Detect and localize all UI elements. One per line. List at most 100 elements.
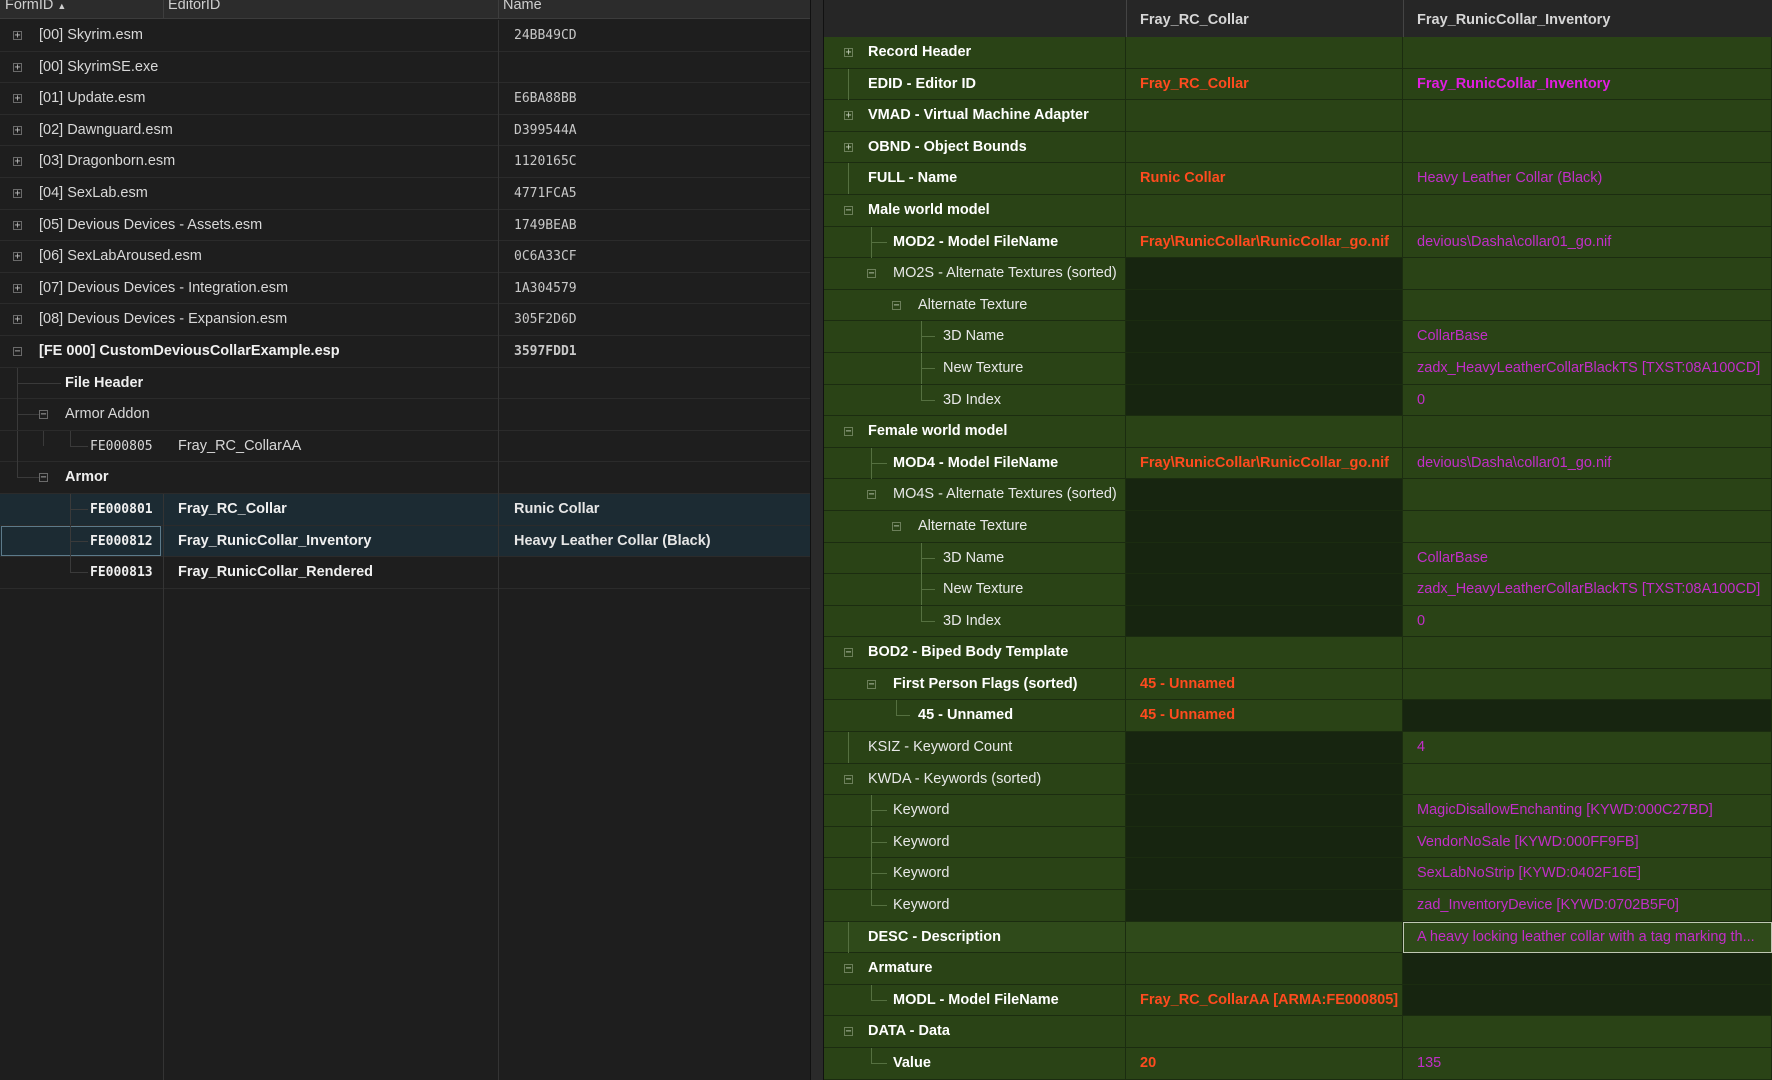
tree-row-skyrimse-exe[interactable]: + [00] SkyrimSE.exe bbox=[0, 52, 814, 84]
tree-row-dawnguard-esm[interactable]: + [02] Dawnguard.esm D399544A bbox=[0, 115, 814, 147]
column-header-record-1[interactable]: Fray_RC_Collar bbox=[1140, 0, 1249, 37]
field-value-2[interactable]: devious\Dasha\collar01_go.nif bbox=[1417, 227, 1611, 258]
field-row-edid[interactable]: EDID - Editor ID Fray_RC_Collar Fray_Run… bbox=[824, 68, 1772, 101]
record-view-pane[interactable]: Fray_RC_Collar Fray_RunicCollar_Inventor… bbox=[824, 0, 1772, 1080]
expand-plus-icon[interactable]: + bbox=[13, 94, 22, 104]
field-value-2[interactable]: 0 bbox=[1417, 606, 1425, 637]
expand-plus-icon[interactable]: + bbox=[13, 252, 22, 262]
field-value-2[interactable]: Fray_RunicCollar_Inventory bbox=[1417, 69, 1610, 100]
field-value-1[interactable]: Fray\RunicCollar\RunicCollar_go.nif bbox=[1140, 448, 1389, 479]
field-value-2[interactable]: Heavy Leather Collar (Black) bbox=[1417, 163, 1602, 194]
tree-row-dragonborn-esm[interactable]: + [03] Dragonborn.esm 1120165C bbox=[0, 146, 814, 178]
field-row-mo2s[interactable]: − MO2S - Alternate Textures (sorted) bbox=[824, 258, 1772, 290]
field-row-3d-name[interactable]: 3D Name CollarBase bbox=[824, 542, 1772, 575]
expand-plus-icon[interactable]: + bbox=[13, 315, 22, 325]
collapse-minus-icon[interactable]: − bbox=[892, 521, 901, 531]
field-value-2[interactable]: zadx_HeavyLeatherCollarBlackTS [TXST:08A… bbox=[1417, 353, 1760, 384]
field-row-new-texture[interactable]: New Texture zadx_HeavyLeatherCollarBlack… bbox=[824, 352, 1772, 385]
field-value-2[interactable]: devious\Dasha\collar01_go.nif bbox=[1417, 448, 1611, 479]
field-row-record-header[interactable]: + Record Header bbox=[824, 37, 1772, 69]
collapse-minus-icon[interactable]: − bbox=[867, 490, 876, 500]
tree-row-sexlab-esm[interactable]: + [04] SexLab.esm 4771FCA5 bbox=[0, 178, 814, 210]
field-row-keyword[interactable]: Keyword MagicDisallowEnchanting [KYWD:00… bbox=[824, 795, 1772, 827]
field-value-2[interactable]: zad_InventoryDevice [KYWD:0702B5F0] bbox=[1417, 890, 1679, 921]
field-value-1[interactable]: Fray_RC_CollarAA [ARMA:FE000805] bbox=[1140, 985, 1398, 1016]
field-row-alternate-texture[interactable]: − Alternate Texture bbox=[824, 289, 1772, 322]
field-row-desc[interactable]: DESC - Description A heavy locking leath… bbox=[824, 921, 1772, 954]
field-value-1[interactable]: 20 bbox=[1140, 1048, 1156, 1079]
collapse-minus-icon[interactable]: − bbox=[844, 964, 853, 974]
field-row-bod2[interactable]: − BOD2 - Biped Body Template bbox=[824, 637, 1772, 669]
column-header-formid[interactable]: FormID ▲ bbox=[5, 0, 66, 13]
tree-row-update-esm[interactable]: + [01] Update.esm E6BA88BB bbox=[0, 83, 814, 115]
field-value-1[interactable]: Fray_RC_Collar bbox=[1140, 69, 1249, 100]
field-value-2[interactable]: 135 bbox=[1417, 1048, 1441, 1079]
field-row-keyword[interactable]: Keyword zad_InventoryDevice [KYWD:0702B5… bbox=[824, 890, 1772, 922]
expand-plus-icon[interactable]: + bbox=[13, 188, 22, 198]
field-value-2[interactable]: MagicDisallowEnchanting [KYWD:000C27BD] bbox=[1417, 795, 1713, 826]
collapse-minus-icon[interactable]: − bbox=[867, 269, 876, 279]
collapse-minus-icon[interactable]: − bbox=[867, 679, 876, 689]
column-header-editorid[interactable]: EditorID bbox=[168, 0, 220, 13]
field-row-mod4[interactable]: MOD4 - Model FileName Fray\RunicCollar\R… bbox=[824, 447, 1772, 480]
tree-row-dd-expansion-esm[interactable]: + [08] Devious Devices - Expansion.esm 3… bbox=[0, 304, 814, 336]
expand-plus-icon[interactable]: + bbox=[844, 111, 853, 121]
tree-row-skyrim-esm[interactable]: + [00] Skyrim.esm 24BB49CD bbox=[0, 20, 814, 52]
field-row-first-person-flags[interactable]: − First Person Flags (sorted) 45 - Unname… bbox=[824, 668, 1772, 701]
tree-row-sexlabaroused-esm[interactable]: + [06] SexLabAroused.esm 0C6A33CF bbox=[0, 241, 814, 273]
field-value-1[interactable]: Runic Collar bbox=[1140, 163, 1225, 194]
field-value-2[interactable]: VendorNoSale [KYWD:000FF9FB] bbox=[1417, 827, 1639, 858]
expand-plus-icon[interactable]: + bbox=[13, 62, 22, 72]
field-row-mod2[interactable]: MOD2 - Model FileName Fray\RunicCollar\R… bbox=[824, 226, 1772, 259]
field-value-1[interactable]: 45 - Unnamed bbox=[1140, 669, 1235, 700]
field-value-2[interactable]: zadx_HeavyLeatherCollarBlackTS [TXST:08A… bbox=[1417, 574, 1760, 605]
tree-row-file-header[interactable]: File Header bbox=[0, 367, 814, 400]
field-value-1[interactable]: 45 - Unnamed bbox=[1140, 700, 1235, 731]
field-row-data[interactable]: − DATA - Data bbox=[824, 1016, 1772, 1048]
field-value-1[interactable]: Fray\RunicCollar\RunicCollar_go.nif bbox=[1140, 227, 1389, 258]
field-row-flag-45[interactable]: 45 - Unnamed 45 - Unnamed bbox=[824, 700, 1772, 733]
field-row-value[interactable]: Value 20 135 bbox=[824, 1048, 1772, 1080]
field-row-3d-index[interactable]: 3D Index 0 bbox=[824, 605, 1772, 638]
field-row-full[interactable]: FULL - Name Runic Collar Heavy Leather C… bbox=[824, 163, 1772, 195]
field-row-keyword[interactable]: Keyword SexLabNoStrip [KYWD:0402F16E] bbox=[824, 858, 1772, 891]
record-tree-pane[interactable]: FormID ▲ EditorID Name + [00] Skyrim.esm… bbox=[0, 0, 814, 1080]
field-row-keyword[interactable]: Keyword VendorNoSale [KYWD:000FF9FB] bbox=[824, 826, 1772, 859]
field-row-alternate-texture[interactable]: − Alternate Texture bbox=[824, 510, 1772, 543]
tree-row-fe000805[interactable]: FE000805 Fray_RC_CollarAA bbox=[0, 430, 814, 463]
collapse-minus-icon[interactable]: − bbox=[39, 473, 48, 483]
collapse-minus-icon[interactable]: − bbox=[844, 205, 853, 215]
field-row-male-world-model[interactable]: − Male world model bbox=[824, 194, 1772, 227]
field-value-2[interactable]: 4 bbox=[1417, 732, 1425, 763]
tree-row-armor-addon[interactable]: − Armor Addon bbox=[0, 399, 814, 431]
collapse-minus-icon[interactable]: − bbox=[892, 300, 901, 310]
tree-row-dd-integration-esm[interactable]: + [07] Devious Devices - Integration.esm… bbox=[0, 273, 814, 305]
tree-row-fe000812[interactable]: FE000812 Fray_RunicCollar_Inventory Heav… bbox=[0, 525, 814, 558]
field-value-2[interactable]: SexLabNoStrip [KYWD:0402F16E] bbox=[1417, 858, 1641, 889]
collapse-minus-icon[interactable]: − bbox=[13, 346, 22, 356]
field-value-2[interactable]: CollarBase bbox=[1417, 321, 1488, 352]
expand-plus-icon[interactable]: + bbox=[13, 220, 22, 230]
expand-plus-icon[interactable]: + bbox=[13, 157, 22, 167]
expand-plus-icon[interactable]: + bbox=[13, 31, 22, 41]
collapse-minus-icon[interactable]: − bbox=[844, 427, 853, 437]
column-header-record-2[interactable]: Fray_RunicCollar_Inventory bbox=[1417, 0, 1610, 37]
field-row-female-world-model[interactable]: − Female world model bbox=[824, 416, 1772, 448]
expand-plus-icon[interactable]: + bbox=[13, 283, 22, 293]
tree-row-custom-esp[interactable]: − [FE 000] CustomDeviousCollarExample.es… bbox=[0, 336, 814, 368]
tree-row-dd-assets-esm[interactable]: + [05] Devious Devices - Assets.esm 1749… bbox=[0, 210, 814, 242]
field-row-armature[interactable]: − Armature bbox=[824, 953, 1772, 985]
field-row-modl[interactable]: MODL - Model FileName Fray_RC_CollarAA [… bbox=[824, 984, 1772, 1017]
field-row-3d-name[interactable]: 3D Name CollarBase bbox=[824, 321, 1772, 353]
tree-row-fe000801[interactable]: FE000801 Fray_RC_Collar Runic Collar bbox=[0, 493, 814, 526]
field-value-2[interactable]: 0 bbox=[1417, 385, 1425, 416]
tree-row-armor[interactable]: − Armor bbox=[0, 462, 814, 494]
field-value-2[interactable]: CollarBase bbox=[1417, 543, 1488, 574]
field-row-vmad[interactable]: + VMAD - Virtual Machine Adapter bbox=[824, 100, 1772, 132]
collapse-minus-icon[interactable]: − bbox=[844, 1027, 853, 1037]
tree-row-fe000813[interactable]: FE000813 Fray_RunicCollar_Rendered bbox=[0, 557, 814, 589]
expand-plus-icon[interactable]: + bbox=[844, 142, 853, 152]
pane-splitter[interactable] bbox=[810, 0, 824, 1080]
collapse-minus-icon[interactable]: − bbox=[844, 774, 853, 784]
field-row-3d-index[interactable]: 3D Index 0 bbox=[824, 384, 1772, 417]
